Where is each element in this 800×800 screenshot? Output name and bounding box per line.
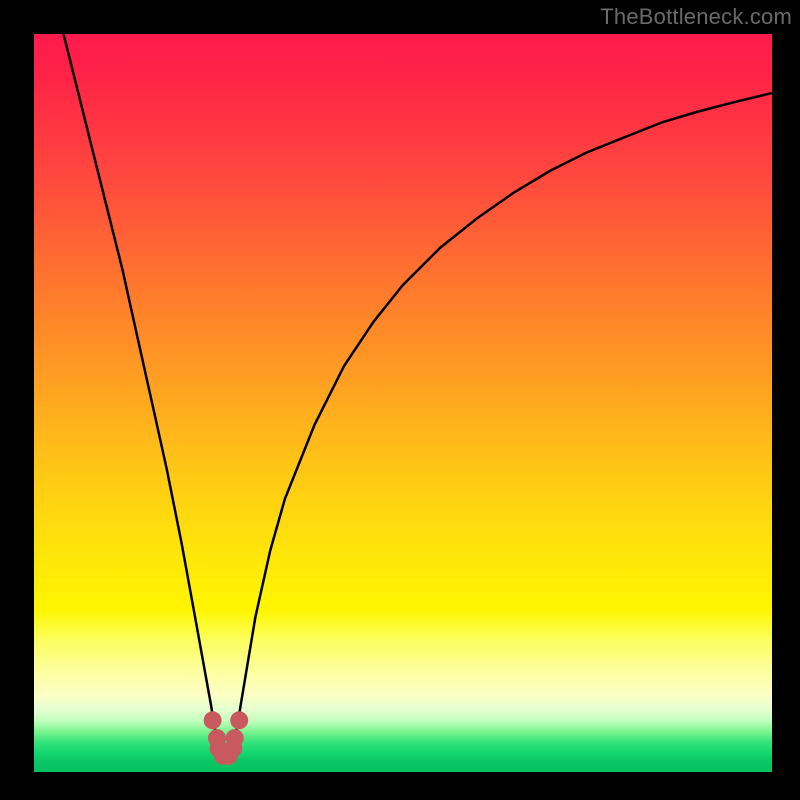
- chart-stage: TheBottleneck.com: [0, 0, 800, 800]
- watermark-text: TheBottleneck.com: [600, 4, 792, 30]
- gradient-background: [34, 34, 772, 772]
- plot-area: [34, 34, 772, 772]
